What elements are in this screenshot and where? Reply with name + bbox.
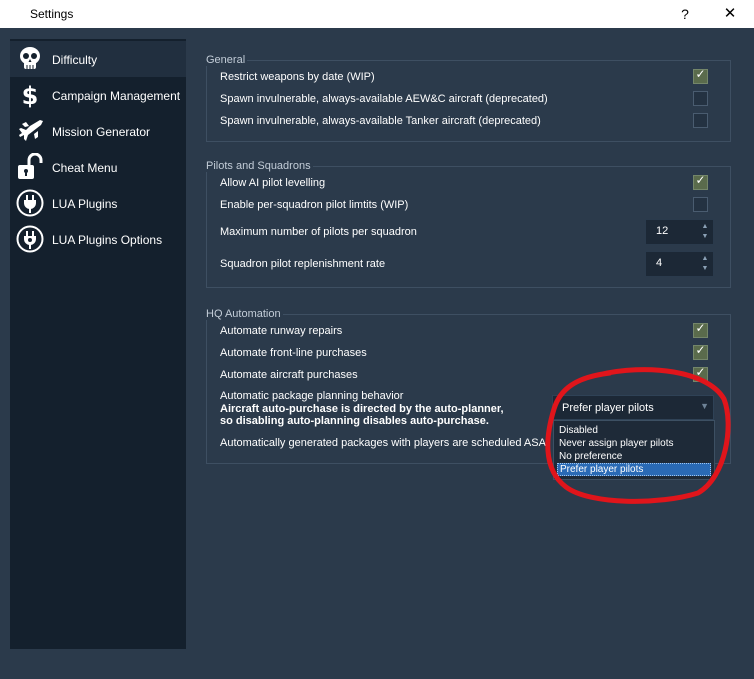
front-line-purchases-label: Automate front-line purchases (220, 347, 367, 359)
sidebar-item-mission-generator[interactable]: Mission Generator (10, 113, 186, 149)
sidebar-item-label: Cheat Menu (52, 161, 118, 175)
replenish-rate-spinbox[interactable]: 4 ▲ ▼ (645, 251, 714, 277)
pilots-group-title: Pilots and Squadrons (206, 160, 313, 172)
planning-behavior-dropdown[interactable]: Prefer player pilots ▼ (552, 395, 714, 420)
squadron-limits-checkbox[interactable] (693, 197, 708, 212)
spin-up-icon[interactable]: ▲ (700, 254, 710, 264)
spin-up-icon[interactable]: ▲ (700, 222, 710, 232)
plug-icon (16, 189, 44, 217)
sidebar-item-label: LUA Plugins Options (52, 233, 163, 247)
max-pilots-label: Maximum number of pilots per squadron (220, 226, 417, 238)
spawn-awacs-label: Spawn invulnerable, always-available AEW… (220, 93, 548, 105)
skull-icon (16, 45, 44, 73)
plug-gear-icon (16, 225, 44, 253)
aircraft-purchases-checkbox[interactable]: ✓ (693, 365, 708, 382)
option-never-assign[interactable]: Never assign player pilots (559, 438, 674, 449)
general-group-title: General (206, 54, 248, 66)
sidebar-item-label: Mission Generator (52, 125, 151, 139)
planning-note-line1: Aircraft auto-purchase is directed by th… (220, 403, 504, 415)
runway-repairs-label: Automate runway repairs (220, 325, 343, 337)
planning-note-line2: so disabling auto-planning disables auto… (220, 415, 489, 427)
squadron-limits-label: Enable per-squadron pilot limtits (WIP) (220, 199, 409, 211)
sidebar-item-lua-plugins[interactable]: LUA Plugins (10, 185, 186, 221)
runway-repairs-checkbox[interactable]: ✓ (693, 321, 708, 338)
scheduled-asap-label: Automatically generated packages with pl… (220, 437, 546, 449)
option-disabled[interactable]: Disabled (559, 425, 598, 436)
front-line-purchases-checkbox[interactable]: ✓ (693, 343, 708, 360)
option-no-preference[interactable]: No preference (559, 451, 622, 462)
hq-group-title: HQ Automation (206, 308, 283, 320)
jet-icon (16, 117, 44, 145)
spin-down-icon[interactable]: ▼ (700, 264, 710, 274)
window-title: Settings (30, 7, 74, 21)
dollar-icon: $ (16, 81, 44, 110)
settings-sidebar: Difficulty $ Campaign Management Mission… (10, 39, 186, 649)
chevron-down-icon[interactable]: ▼ (700, 401, 709, 411)
checkmark-icon: ✓ (695, 321, 706, 335)
restrict-weapons-label: Restrict weapons by date (WIP) (220, 71, 375, 83)
svg-text:$: $ (22, 82, 39, 109)
checkmark-icon: ✓ (695, 365, 706, 379)
sidebar-item-cheat-menu[interactable]: Cheat Menu (10, 149, 186, 185)
spin-down-icon[interactable]: ▼ (700, 232, 710, 242)
ai-pilot-levelling-checkbox[interactable]: ✓ (693, 173, 708, 190)
checkmark-icon: ✓ (695, 173, 706, 187)
spawn-awacs-checkbox[interactable] (693, 91, 708, 106)
sidebar-item-campaign-management[interactable]: $ Campaign Management (10, 77, 186, 113)
sidebar-item-difficulty[interactable]: Difficulty (10, 41, 186, 77)
replenish-rate-label: Squadron pilot replenishment rate (220, 258, 386, 270)
max-pilots-value: 12 (656, 225, 669, 237)
checkmark-icon: ✓ (695, 67, 706, 81)
close-button[interactable]: ✕ (712, 3, 748, 25)
checkmark-icon: ✓ (695, 343, 706, 357)
sidebar-item-label: Difficulty (52, 53, 98, 67)
sidebar-item-lua-plugins-options[interactable]: LUA Plugins Options (10, 221, 186, 257)
planning-behavior-label: Automatic package planning behavior (220, 390, 404, 402)
replenish-rate-value: 4 (656, 257, 663, 269)
title-bar: Settings ? ✕ (0, 0, 754, 28)
help-button[interactable]: ? (672, 3, 698, 25)
ai-pilot-levelling-label: Allow AI pilot levelling (220, 177, 326, 189)
sidebar-item-label: LUA Plugins (52, 197, 118, 211)
unlock-icon (16, 152, 44, 181)
sidebar-item-label: Campaign Management (52, 89, 181, 103)
restrict-weapons-checkbox[interactable]: ✓ (693, 67, 708, 84)
max-pilots-spinbox[interactable]: 12 ▲ ▼ (645, 219, 714, 245)
option-prefer-player[interactable]: Prefer player pilots (557, 463, 711, 476)
spawn-tanker-checkbox[interactable] (693, 113, 708, 128)
planning-behavior-popup: Disabled Never assign player pilots No p… (553, 420, 715, 480)
aircraft-purchases-label: Automate aircraft purchases (220, 369, 358, 381)
spawn-tanker-label: Spawn invulnerable, always-available Tan… (220, 115, 541, 127)
planning-behavior-value: Prefer player pilots (562, 402, 654, 414)
